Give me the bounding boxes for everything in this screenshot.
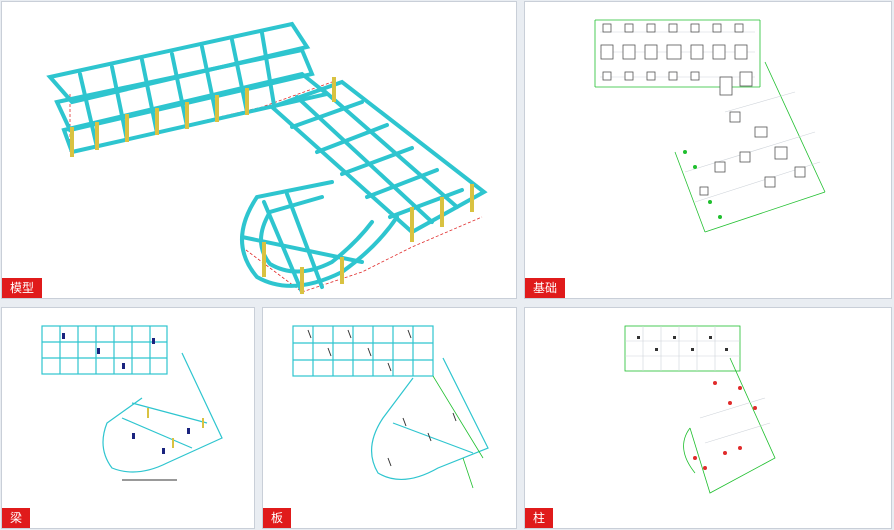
column-panel[interactable]: 柱	[524, 307, 892, 529]
foundation-plan-view	[594, 19, 826, 233]
slab-plan-view	[292, 325, 489, 489]
model-3d-view	[46, 21, 488, 294]
panel-label-column: 柱	[525, 508, 554, 528]
panel-label-model: 模型	[2, 278, 43, 298]
model-panel[interactable]: 模型	[1, 1, 517, 299]
beam-plan-view	[41, 325, 223, 481]
slab-panel[interactable]: 板	[262, 307, 517, 529]
panel-label-beam: 梁	[2, 508, 31, 528]
panel-label-foundation: 基础	[525, 278, 566, 298]
column-plan-view	[624, 325, 776, 494]
foundation-panel[interactable]: 基础	[524, 1, 892, 299]
beam-panel[interactable]: 梁	[1, 307, 255, 529]
panel-label-slab: 板	[263, 508, 292, 528]
